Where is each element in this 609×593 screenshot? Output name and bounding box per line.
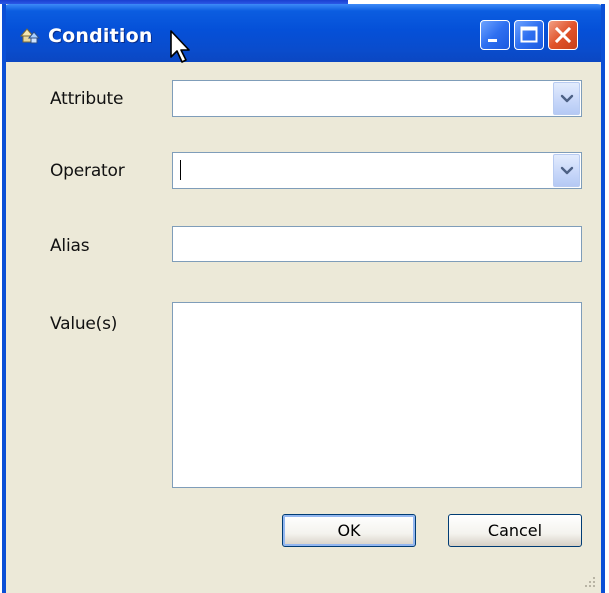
attribute-label: Attribute [50, 89, 124, 109]
chevron-down-icon [560, 166, 574, 175]
window-title: Condition [48, 25, 153, 47]
values-label: Value(s) [50, 314, 118, 334]
text-caret [180, 160, 181, 180]
operator-combobox[interactable] [172, 152, 582, 189]
alias-input[interactable] [172, 226, 582, 262]
mouse-cursor-icon [170, 30, 190, 63]
minimize-button[interactable] [480, 20, 510, 50]
close-button[interactable] [548, 20, 578, 50]
cancel-button[interactable]: Cancel [448, 514, 582, 547]
maximize-button[interactable] [514, 20, 544, 50]
operator-dropdown-button[interactable] [553, 154, 580, 187]
maximize-icon [520, 26, 538, 43]
title-bar[interactable]: Condition [6, 4, 601, 63]
alias-label: Alias [50, 236, 90, 256]
chevron-down-icon [560, 94, 574, 103]
condition-app-icon [19, 28, 41, 44]
resize-grip-icon[interactable] [583, 575, 597, 589]
ok-button[interactable]: OK [282, 514, 416, 547]
attribute-dropdown-button[interactable] [553, 82, 580, 115]
operator-label: Operator [50, 161, 125, 181]
close-icon [554, 26, 572, 44]
minimize-icon [488, 39, 497, 42]
condition-dialog: Condition Attribute Operator Alias Value… [2, 4, 605, 593]
attribute-combobox[interactable] [172, 80, 582, 117]
values-textarea[interactable] [172, 302, 582, 488]
